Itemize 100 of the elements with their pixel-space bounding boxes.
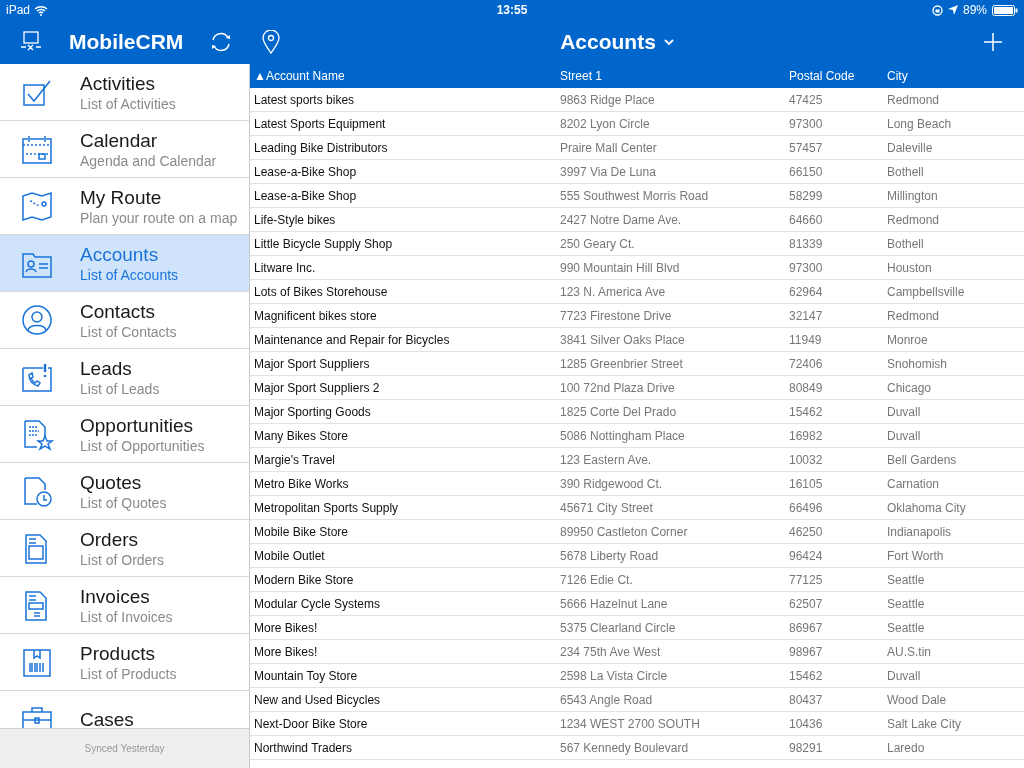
table-row[interactable]: Mountain Toy Store 2598 La Vista Circle 15462 Duvall	[250, 664, 1024, 688]
table-cell-text: Seattle	[886, 571, 926, 589]
table-row[interactable]: Mobile Bike Store 89950 Castleton Corner 46250 Indianapolis	[250, 520, 1024, 544]
table-row[interactable]: Many Bikes Store 5086 Nottingham Place 16982 Duvall	[250, 424, 1024, 448]
table-cell-text: Bothell	[886, 235, 925, 253]
battery-percent: 89%	[963, 2, 987, 19]
table-row[interactable]: Little Bicycle Supply Shop 250 Geary Ct. 81339 Bothell	[250, 232, 1024, 256]
table-cell-text: Maintenance and Repair for Bicycles	[253, 331, 451, 349]
table-cell-text: Praire Mall Center	[559, 139, 658, 157]
table-cell-text: AU.S.tin	[886, 643, 932, 661]
table-cell-text: Houston	[886, 259, 933, 277]
table-cell-text: 234 75th Ave West	[559, 643, 662, 661]
item-title: My Route	[80, 185, 163, 209]
column-header[interactable]: Street 1	[556, 67, 785, 85]
table-row[interactable]: Metropolitan Sports Supply 45671 City Street 66496 Oklahoma City	[250, 496, 1024, 520]
table-row[interactable]: Metro Bike Works 390 Ridgewood Ct. 16105 Carnation	[250, 472, 1024, 496]
device-name: iPad	[6, 2, 31, 19]
table-cell-text: 86967	[788, 619, 824, 637]
table-cell-text: 1825 Corte Del Prado	[559, 403, 678, 421]
table-cell-text: More Bikes!	[253, 619, 319, 637]
table-cell-text: Metropolitan Sports Supply	[253, 499, 400, 517]
item-subtitle: List of Opportunities	[80, 436, 205, 455]
table-cell-text: Seattle	[886, 595, 926, 613]
sidebar-item[interactable]: Accounts List of Accounts	[0, 235, 249, 292]
table-cell-text: 45671 City Street	[559, 499, 654, 517]
table-cell-text: 98291	[788, 739, 824, 757]
table-row[interactable]: Northwind Traders 567 Kennedy Boulevard 98291 Laredo	[250, 736, 1024, 760]
table-cell-text: Monroe	[886, 331, 929, 349]
table-row[interactable]: New and Used Bicycles 6543 Angle Road 80437 Wood Dale	[250, 688, 1024, 712]
table-cell-text: 7126 Edie Ct.	[559, 571, 634, 589]
table-row[interactable]: Major Sporting Goods 1825 Corte Del Prado 15462 Duvall	[250, 400, 1024, 424]
table-row[interactable]: More Bikes! 5375 Clearland Circle 86967 Seattle	[250, 616, 1024, 640]
table-cell-text: 98967	[788, 643, 824, 661]
table-cell-text: Latest sports bikes	[253, 91, 356, 109]
table-cell-text: 390 Ridgewood Ct.	[559, 475, 664, 493]
table-row[interactable]: Lots of Bikes Storehouse 123 N. America Ave 62964 Campbellsville	[250, 280, 1024, 304]
clock-time: 13:55	[496, 2, 528, 19]
item-title: Leads	[80, 356, 133, 380]
table-cell-text: 10436	[788, 715, 824, 733]
view-title-dropdown[interactable]: Accounts	[560, 26, 674, 58]
table-row[interactable]: Mobile Outlet 5678 Liberty Road 96424 Fort Worth	[250, 544, 1024, 568]
table-row[interactable]: Maintenance and Repair for Bicycles 3841 Silver Oaks Place 11949 Monroe	[250, 328, 1024, 352]
table-row[interactable]: Modular Cycle Systems 5666 Hazelnut Lane 62507 Seattle	[250, 592, 1024, 616]
table-cell-text: Bell Gardens	[886, 451, 958, 469]
table-cell-text: 89950 Castleton Corner	[559, 523, 689, 541]
table-row[interactable]: Major Sport Suppliers 2 100 72nd Plaza Drive 80849 Chicago	[250, 376, 1024, 400]
table-cell-text: 97300	[788, 115, 824, 133]
table-row[interactable]: Margie's Travel 123 Eastern Ave. 10032 Bell Gardens	[250, 448, 1024, 472]
table-row[interactable]: Lease-a-Bike Shop 3997 Via De Luna 66150 Bothell	[250, 160, 1024, 184]
table-cell-text: 80849	[788, 379, 824, 397]
column-header[interactable]: City	[883, 67, 1024, 85]
table-cell-text: Fort Worth	[886, 547, 945, 565]
table-cell-text: 6543 Angle Road	[559, 691, 654, 709]
person-icon	[20, 303, 54, 337]
table-row[interactable]: Modern Bike Store 7126 Edie Ct. 77125 Seattle	[250, 568, 1024, 592]
table-cell-text: Next-Door Bike Store	[253, 715, 369, 733]
table-cell-text: 5678 Liberty Road	[559, 547, 660, 565]
column-header[interactable]: ▲Account Name	[250, 67, 556, 85]
table-row[interactable]: Latest sports bikes 9863 Ridge Place 47425 Redmond	[250, 88, 1024, 112]
item-subtitle: List of Quotes	[80, 493, 167, 512]
table-cell-text: 96424	[788, 547, 824, 565]
table-cell-text: 47425	[788, 91, 824, 109]
add-button[interactable]	[984, 33, 1002, 51]
table-row[interactable]: Latest Sports Equipment 8202 Lyon Circle 97300 Long Beach	[250, 112, 1024, 136]
table-row[interactable]: Litware Inc. 990 Mountain Hill Blvd 97300 Houston	[250, 256, 1024, 280]
table-cell-text: 46250	[788, 523, 824, 541]
table-row[interactable]: More Bikes! 234 75th Ave West 98967 AU.S.tin	[250, 640, 1024, 664]
table-row[interactable]: Lease-a-Bike Shop 555 Southwest Morris Road 58299 Millington	[250, 184, 1024, 208]
table-cell-text: 990 Mountain Hill Blvd	[559, 259, 681, 277]
table-row[interactable]: Next-Door Bike Store 1234 WEST 2700 SOUTH 10436 Salt Lake City	[250, 712, 1024, 736]
table-cell-text: 3841 Silver Oaks Place	[559, 331, 686, 349]
table-row[interactable]: Magnificent bikes store 7723 Firestone Drive 32147 Redmond	[250, 304, 1024, 328]
table-cell-text: Major Sport Suppliers 2	[253, 379, 381, 397]
location-button[interactable]	[262, 30, 281, 54]
table-cell-text: Seattle	[886, 619, 926, 637]
table-cell-text: 5086 Nottingham Place	[559, 427, 686, 445]
table-cell-text: Little Bicycle Supply Shop	[253, 235, 394, 253]
table-cell-text: Many Bikes Store	[253, 427, 350, 445]
map-icon	[20, 189, 54, 223]
table-row[interactable]: Leading Bike Distributors Praire Mall Center 57457 Daleville	[250, 136, 1024, 160]
table-cell-text: Redmond	[886, 211, 941, 229]
column-header[interactable]: Postal Code	[785, 67, 883, 85]
table-row[interactable]: Major Sport Suppliers 1285 Greenbrier Street 72406 Snohomish	[250, 352, 1024, 376]
sync-status: Synced Yesterday	[84, 742, 165, 756]
item-title: Calendar	[80, 128, 159, 152]
table-cell-text: Modern Bike Store	[253, 571, 355, 589]
table-cell-text: 567 Kennedy Boulevard	[559, 739, 690, 757]
item-title: Accounts	[80, 242, 160, 266]
table-cell-text: Lots of Bikes Storehouse	[253, 283, 389, 301]
table-cell-text: Chicago	[886, 379, 933, 397]
table-cell-text: 97300	[788, 259, 824, 277]
item-title: Products	[80, 641, 156, 665]
table-row[interactable]: Life-Style bikes 2427 Notre Dame Ave. 64660 Redmond	[250, 208, 1024, 232]
table-cell-text: New and Used Bicycles	[253, 691, 382, 709]
table-cell-text: 123 N. America Ave	[559, 283, 667, 301]
table-cell-text: Laredo	[886, 739, 926, 757]
item-subtitle: List of Accounts	[80, 265, 179, 284]
item-title: Invoices	[80, 584, 151, 608]
table-cell-text: Northwind Traders	[253, 739, 354, 757]
table-cell-text: 2598 La Vista Circle	[559, 667, 669, 685]
